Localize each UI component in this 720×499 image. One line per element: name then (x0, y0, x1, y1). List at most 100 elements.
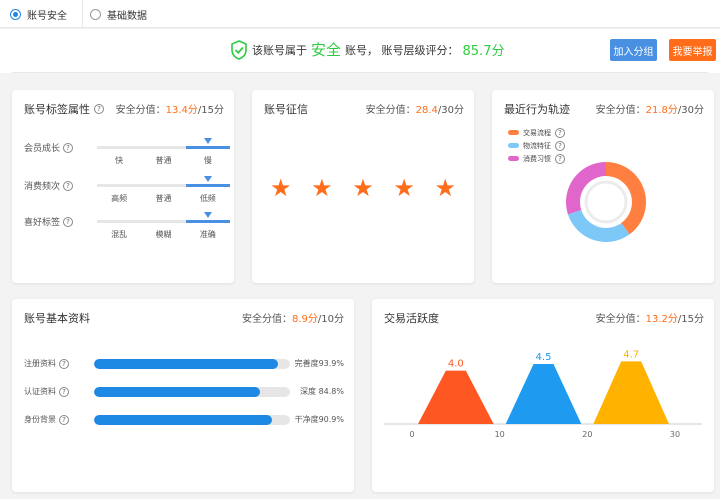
legend-swatch (508, 143, 519, 148)
attribute-option: 低频 (199, 194, 216, 203)
legend-item[interactable]: 消费习惯? (508, 152, 565, 165)
star-icon: ★ (270, 174, 292, 202)
help-icon[interactable]: ? (555, 140, 565, 151)
progress-label-text: 注册资料 (24, 359, 56, 368)
credit-stars: ★ ★ ★ ★ ★ (270, 176, 456, 200)
card-score: 安全分值：13.4分/15分 (116, 101, 224, 116)
status-prefix: 该账号属于 (252, 43, 307, 57)
score-value: 13.4分 (165, 105, 198, 116)
score-total: /15分 (197, 105, 224, 116)
help-icon[interactable]: ? (59, 358, 69, 369)
card-score: 安全分值：8.9分/10分 (242, 310, 344, 325)
score-prefix: 安全分值： (595, 105, 646, 116)
card-title-text: 账号基本资料 (24, 312, 90, 325)
attribute-label: 消费频次? (24, 179, 74, 192)
attribute-label: 会员成长? (24, 141, 74, 154)
attribute-option: 准确 (199, 230, 216, 239)
score-prefix: 安全分值： (365, 105, 416, 116)
attribute-option: 普通 (155, 156, 172, 165)
score-prefix: 安全分值： (242, 314, 292, 325)
account-credit-card: 账号征信 安全分值：28.4/30分 ★ ★ ★ ★ ★ (252, 90, 474, 283)
legend-item[interactable]: 物流特征? (508, 139, 565, 152)
attribute-scale (97, 138, 230, 149)
star-icon: ★ (434, 174, 456, 202)
tab-label: 账号安全 (27, 10, 67, 22)
legend-swatch (508, 156, 519, 161)
account-status: 该账号属于 安全 账号， 账号层级评分： 85.7分 (230, 39, 504, 60)
attribute-option: 高频 (111, 194, 128, 203)
score-value: 28.4 (415, 105, 438, 116)
help-icon[interactable]: ? (63, 180, 74, 191)
legend-label: 交易流程 (523, 128, 551, 137)
legend-item[interactable]: 交易流程? (508, 126, 565, 139)
card-score: 安全分值：28.4/30分 (366, 101, 464, 116)
activity-area-mark[interactable] (418, 370, 494, 424)
progress-label-text: 认证资料 (24, 387, 56, 396)
help-icon[interactable]: ? (63, 216, 74, 227)
star-icon: ★ (352, 174, 374, 202)
attribute-option: 慢 (203, 156, 212, 165)
tab-basic-data[interactable]: 基础数据 (90, 0, 147, 28)
attribute-selected-segment (185, 146, 230, 149)
status-level: 安全 (311, 41, 342, 59)
account-score: 85.7分 (462, 44, 505, 59)
attribute-selected-segment (185, 184, 230, 187)
tag-attribute-card: 账号标签属性 ? 安全分值：13.4分/15分 会员成长? 快普通慢消费频次? 高频… (12, 90, 234, 283)
progress-value-text: 深度 84.8% (300, 387, 344, 396)
transaction-activity-card: 交易活跃度 安全分值：13.2分/15分 4.0 4.5 4.7 0 10 20 30 (372, 299, 714, 492)
attribute-label: 喜好标签? (24, 215, 74, 228)
x-tick-label: 0 (409, 430, 414, 439)
attribute-options: 高频 普通 低频 (97, 193, 230, 204)
legend-label: 消费习惯 (523, 154, 551, 163)
x-tick-label: 20 (582, 430, 592, 439)
profile-progress-row: 认证资料? 深度 84.8% (24, 385, 344, 399)
radio-unselected-icon[interactable] (90, 8, 101, 20)
activity-area-mark[interactable] (593, 361, 669, 424)
tab-label: 基础数据 (107, 10, 147, 22)
donut-inner-ring (584, 180, 628, 224)
attribute-options: 混乱 模糊 准确 (97, 229, 230, 240)
radio-selected-icon[interactable] (10, 8, 21, 20)
attribute-marker-icon (203, 138, 212, 144)
star-icon: ★ (393, 174, 415, 202)
x-tick-label: 30 (670, 430, 680, 439)
x-tick-label: 10 (495, 430, 505, 439)
score-prefix: 安全分值： (115, 105, 166, 116)
help-icon[interactable]: ? (63, 142, 74, 153)
score-value: 8.9分 (292, 314, 318, 325)
progress-label: 认证资料? (24, 386, 69, 397)
progress-bar-fill (94, 415, 273, 425)
help-icon[interactable]: ? (59, 386, 69, 397)
help-icon[interactable]: ? (555, 127, 565, 138)
attribute-row: 喜好标签? 混乱 模糊 准确 (24, 212, 230, 251)
attribute-options: 快 普通 慢 (97, 155, 230, 166)
basic-profile-card: 账号基本资料 安全分值：8.9分/10分 注册资料? 完善度93.9% 认证资料? 深… (12, 299, 354, 492)
join-group-button[interactable]: 加入分组 (610, 39, 657, 61)
recent-behavior-card: 最近行为轨迹 安全分值：21.8分/30分 交易流程? 物流特征? 消费习惯? (492, 90, 714, 283)
card-title: 账号征信 (264, 101, 308, 117)
profile-progress-row: 注册资料? 完善度93.9% (24, 357, 344, 371)
behavior-donut-chart (566, 162, 646, 242)
score-total: /30分 (437, 105, 464, 116)
help-icon[interactable]: ? (94, 104, 104, 114)
progress-value-text: 干净度90.9% (294, 415, 344, 424)
report-button[interactable]: 我要举报 (669, 39, 716, 61)
legend-swatch (508, 130, 519, 135)
activity-area-mark[interactable] (505, 364, 582, 424)
tab-account-security[interactable]: 账号安全 (10, 0, 83, 28)
progress-bar (94, 415, 290, 425)
progress-label: 身份背景? (24, 414, 69, 425)
card-title-text: 最近行为轨迹 (504, 103, 570, 116)
shield-check-icon (231, 39, 247, 60)
progress-bar-fill (94, 359, 279, 369)
data-label: 4.5 (536, 352, 552, 363)
score-value: 21.8分 (645, 105, 678, 116)
status-middle: 账号， 账号层级评分： (345, 43, 459, 57)
attribute-label-text: 消费频次 (24, 182, 61, 192)
progress-value-text: 完善度93.9% (294, 359, 344, 368)
help-icon[interactable]: ? (59, 414, 69, 425)
card-title-text: 账号征信 (264, 103, 308, 116)
card-title: 账号基本资料 (24, 310, 90, 326)
progress-label-text: 身份背景 (24, 415, 56, 424)
attribute-selected-segment (185, 220, 230, 223)
